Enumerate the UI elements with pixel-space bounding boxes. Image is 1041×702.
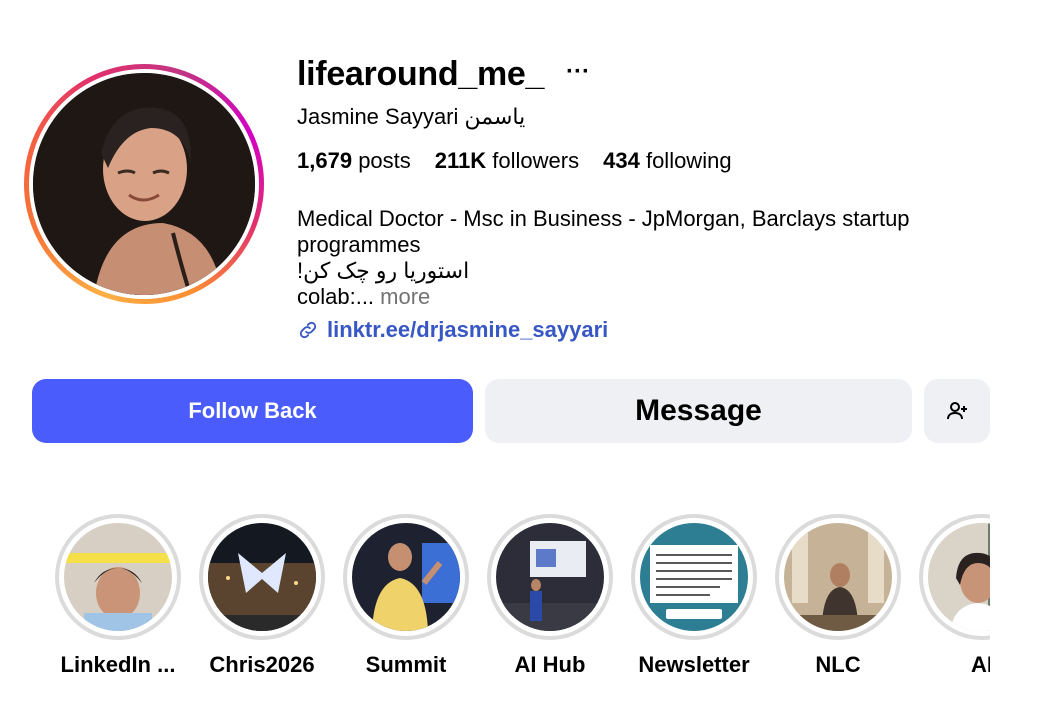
add-user-icon — [947, 402, 967, 420]
highlight-label: Chris2026 — [209, 652, 315, 677]
bio-line-1: Medical Doctor - Msc in Business - JpMor… — [297, 206, 910, 231]
highlight-thumbnail — [352, 523, 460, 631]
story-highlights: LinkedIn ... Chris2026 Summit AI Hub New… — [52, 514, 990, 694]
following-stat[interactable]: 434 following — [603, 148, 731, 174]
bio-colab-text: colab:... — [297, 284, 375, 309]
bio-line-2: programmes — [297, 232, 421, 257]
highlight-thumbnail — [784, 523, 892, 631]
highlight-thumbnail-art — [496, 523, 604, 631]
link-icon — [299, 321, 317, 339]
highlight-ring — [775, 514, 901, 640]
suggested-users-button[interactable] — [924, 379, 990, 443]
highlight-ai[interactable]: AI — [918, 514, 990, 678]
followers-label: followers — [492, 148, 580, 173]
highlight-ring — [343, 514, 469, 640]
highlight-thumbnail-art — [784, 523, 892, 631]
bio-more-link[interactable]: more — [380, 284, 430, 309]
profile-external-link[interactable]: linktr.ee/drjasmine_sayyari — [297, 317, 608, 343]
highlight-label: NLC — [815, 652, 861, 677]
highlight-ring — [487, 514, 613, 640]
highlight-thumbnail-art — [208, 523, 316, 631]
bio-line-4: colab:... more — [297, 284, 1007, 310]
ellipsis-icon[interactable]: ··· — [566, 58, 590, 86]
avatar-photo — [33, 73, 255, 295]
following-label: following — [645, 148, 732, 173]
highlight-chris2026[interactable]: Chris2026 — [198, 514, 326, 678]
profile-full-name: Jasmine Sayyari یاسمن — [297, 104, 526, 129]
highlight-thumbnail-art — [640, 523, 748, 631]
profile-username: lifearound_me_ — [297, 55, 545, 93]
avatar-photo-illustration — [33, 73, 255, 295]
followers-count: 211K — [434, 148, 487, 173]
highlight-ring — [55, 514, 181, 640]
bio-line-3: استوریا رو چک کن! — [297, 258, 470, 283]
highlight-thumbnail-art — [352, 523, 460, 631]
highlight-thumbnail-art — [64, 523, 172, 631]
highlight-label: AI — [971, 652, 990, 677]
highlight-ring — [919, 514, 990, 640]
highlight-thumbnail — [208, 523, 316, 631]
follow-back-button[interactable]: Follow Back — [32, 379, 473, 443]
highlight-ring — [631, 514, 757, 640]
external-link-text: linktr.ee/drjasmine_sayyari — [327, 317, 609, 342]
profile-avatar[interactable] — [24, 64, 264, 304]
message-button[interactable]: Message — [485, 379, 912, 443]
highlight-label: LinkedIn ... — [60, 652, 176, 677]
highlight-summit[interactable]: Summit — [342, 514, 470, 678]
highlight-label: AI Hub — [514, 652, 586, 677]
highlight-linkedin[interactable]: LinkedIn ... — [54, 514, 182, 678]
posts-label: posts — [358, 148, 411, 173]
highlight-label: Summit — [365, 652, 447, 677]
profile-stats: 1,679 posts 211K followers 434 following — [297, 148, 732, 174]
posts-count: 1,679 — [297, 148, 353, 173]
highlight-thumbnail — [64, 523, 172, 631]
highlight-label: Newsletter — [638, 652, 750, 677]
posts-stat: 1,679 posts — [297, 148, 411, 174]
followers-stat[interactable]: 211K followers — [435, 148, 579, 174]
highlight-newsletter[interactable]: Newsletter — [630, 514, 758, 678]
highlight-ring — [199, 514, 325, 640]
highlight-nlc[interactable]: NLC — [774, 514, 902, 678]
highlight-ai-hub[interactable]: AI Hub — [486, 514, 614, 678]
following-count: 434 — [603, 148, 640, 173]
highlight-thumbnail — [496, 523, 604, 631]
highlight-thumbnail — [640, 523, 748, 631]
profile-bio: Medical Doctor - Msc in Business - JpMor… — [297, 206, 1007, 310]
